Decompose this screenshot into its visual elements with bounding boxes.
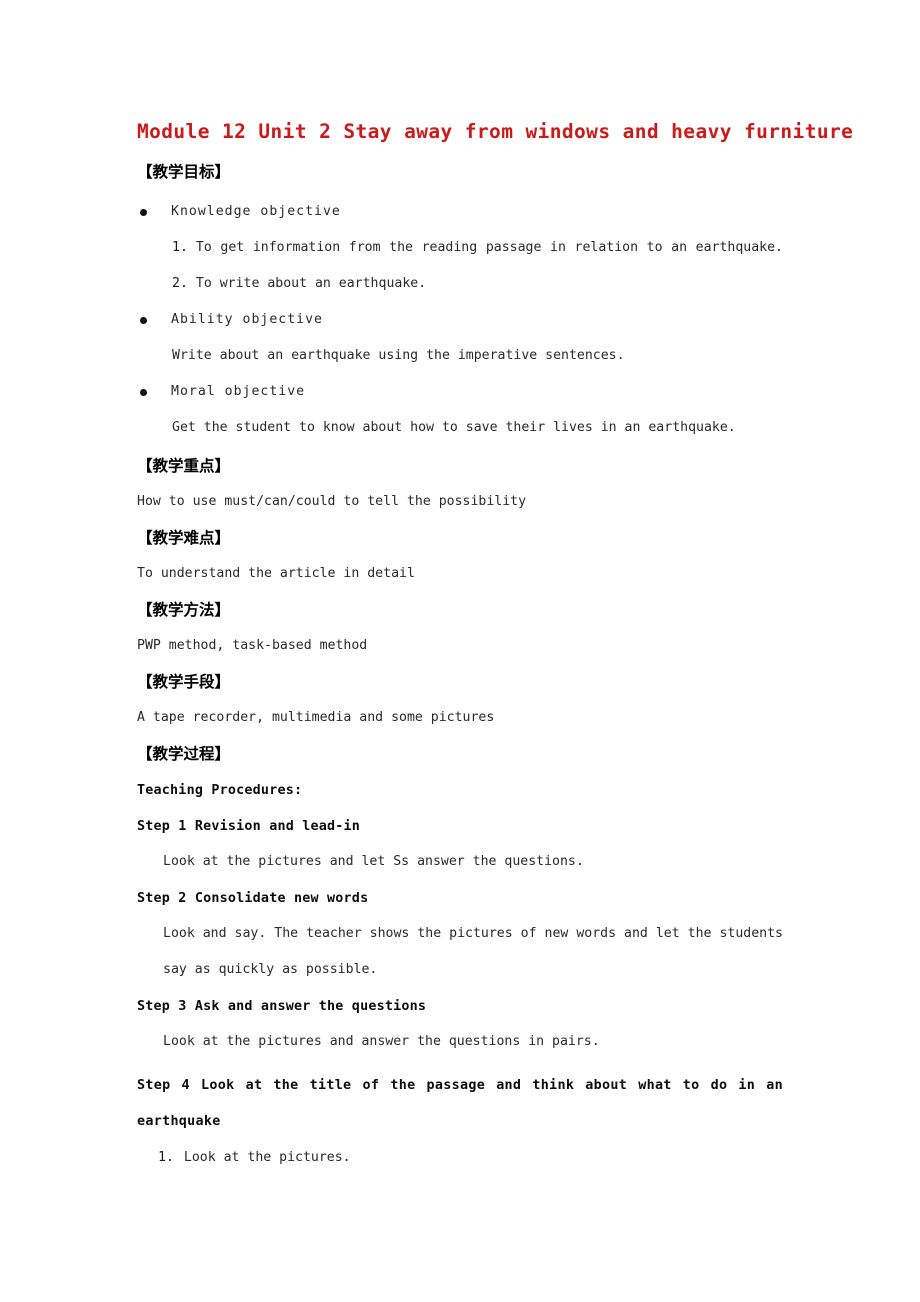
step-body-1: Look at the pictures and let Ss answer t…	[163, 854, 584, 869]
document-page: Module 12 Unit 2 Stay away from windows …	[0, 0, 920, 1302]
page-title: Module 12 Unit 2 Stay away from windows …	[137, 120, 854, 143]
list-item-number: 1.	[172, 240, 188, 255]
objective-label: Knowledge objective	[171, 204, 341, 219]
list-item-text: To write about an earthquake.	[195, 276, 427, 291]
list-item: 1. Look at the pictures.	[158, 1148, 783, 1168]
key-points-body: How to use must/can/could to tell the po…	[137, 494, 527, 509]
list-item-text: Look at the pictures.	[183, 1150, 351, 1165]
objective-group-ability: Ability objective	[137, 310, 783, 330]
document-content: Module 12 Unit 2 Stay away from windows …	[137, 118, 854, 1168]
objective-label: Ability objective	[171, 312, 323, 327]
bullet-icon	[140, 382, 158, 396]
objective-label: Moral objective	[171, 384, 306, 399]
step-heading-2: Step 2 Consolidate new words	[137, 891, 369, 906]
step-body-2: Look and say. The teacher shows the pict…	[163, 926, 783, 977]
section-heading-methods: 【教学方法】	[137, 601, 231, 619]
section-heading-difficult-points: 【教学难点】	[137, 529, 231, 547]
list-item-text: To get information from the reading pass…	[195, 240, 783, 255]
section-heading-objectives: 【教学目标】	[137, 163, 231, 181]
step-body-3: Look at the pictures and answer the ques…	[163, 1034, 600, 1049]
list-item-number: 1.	[158, 1150, 174, 1165]
bullet-icon	[140, 310, 158, 324]
difficult-points-body: To understand the article in detail	[137, 566, 415, 581]
objective-detail-text: Write about an earthquake using the impe…	[172, 348, 625, 363]
procedures-subtitle: Teaching Procedures:	[137, 783, 303, 798]
objective-detail-text: Get the student to know about how to sav…	[172, 420, 736, 435]
step-heading-1: Step 1 Revision and lead-in	[137, 819, 361, 834]
objective-items-ability: Write about an earthquake using the impe…	[172, 346, 783, 366]
objective-items-knowledge: 1. To get information from the reading p…	[172, 238, 783, 294]
section-heading-procedures: 【教学过程】	[137, 745, 231, 763]
list-item-number: 2.	[172, 276, 188, 291]
list-item: 2. To write about an earthquake.	[172, 274, 783, 294]
list-item: 1. To get information from the reading p…	[172, 238, 783, 258]
objective-group-knowledge: Knowledge objective	[137, 202, 783, 222]
section-heading-key-points: 【教学重点】	[137, 457, 231, 475]
step-heading-4: Step 4 Look at the title of the passage …	[137, 1078, 783, 1129]
methods-body: PWP method, task-based method	[137, 638, 368, 653]
aids-body: A tape recorder, multimedia and some pic…	[137, 710, 495, 725]
objective-items-moral: Get the student to know about how to sav…	[172, 418, 783, 438]
objective-group-moral: Moral objective	[137, 382, 783, 402]
step-heading-3: Step 3 Ask and answer the questions	[137, 999, 427, 1014]
bullet-icon	[140, 202, 158, 216]
section-heading-aids: 【教学手段】	[137, 673, 231, 691]
